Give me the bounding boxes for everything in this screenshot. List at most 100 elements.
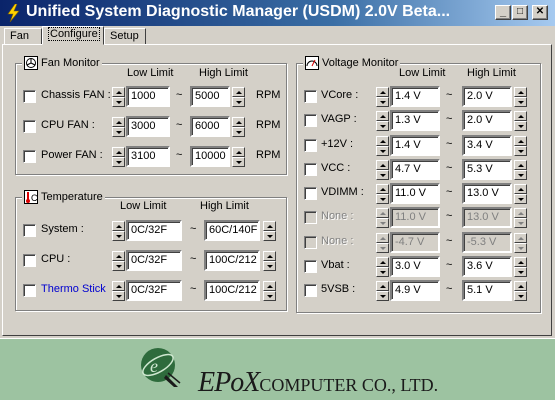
tab-configure[interactable]: Configure (42, 26, 104, 45)
voltage-monitor-title: Voltage Monitor (303, 56, 401, 70)
vagp-high-input[interactable]: 2.0 V (462, 110, 512, 132)
vcore-label: VCore : (321, 89, 359, 101)
tilde-separator: ~ (446, 161, 453, 174)
epox-globe-logo: e (141, 348, 181, 387)
fan-low-limit-header: Low Limit (127, 67, 174, 79)
vbat-label: Vbat : (321, 258, 350, 271)
brand-name: EPoX (198, 367, 260, 398)
5vsb-high-spinner[interactable] (514, 281, 527, 301)
vbat-high-input[interactable]: 3.6 V (462, 255, 512, 277)
5vsb-label: 5VSB : (321, 283, 356, 295)
tab-setup-label: Setup (110, 30, 139, 42)
vagp-low-spinner[interactable] (376, 111, 389, 132)
tab-strip: Fan Configure Setup (0, 26, 555, 45)
none-high-spinner (514, 232, 527, 253)
voltage-monitor-label: Voltage Monitor (322, 57, 399, 69)
none-label: None : (321, 210, 354, 223)
voltage-row-vcc-3: VCC : 4.7 V ~ 5.3 V (0, 158, 555, 180)
vagp-label: VAGP : (321, 113, 357, 126)
none-high-spinner (514, 208, 527, 229)
tilde-separator: ~ (446, 234, 453, 247)
voltage-row-vagp-1: VAGP : 1.3 V ~ 2.0 V (0, 110, 555, 132)
none-checkbox (304, 235, 317, 249)
fan-high-limit-header: High Limit (199, 67, 248, 79)
tab-fan[interactable]: Fan (4, 28, 42, 45)
tab-setup[interactable]: Setup (104, 28, 146, 45)
vagp-low-input[interactable]: 1.3 V (390, 110, 440, 132)
vagp-checkbox[interactable] (304, 114, 317, 128)
none-high-input: -5.3 V (462, 231, 512, 253)
5vsb-low-spinner[interactable] (376, 281, 389, 301)
12v-low-input[interactable]: 1.4 V (390, 134, 440, 156)
5vsb-high-input[interactable]: 5.1 V (462, 280, 512, 301)
vcc-label: VCC : (321, 161, 351, 174)
vbat-checkbox[interactable] (304, 259, 317, 273)
fan-monitor-title: Fan Monitor (22, 56, 102, 70)
vdimm-low-spinner[interactable] (376, 184, 389, 204)
vcore-low-spinner[interactable] (376, 87, 389, 107)
vcore-high-input[interactable]: 2.0 V (462, 86, 512, 107)
tilde-separator: ~ (446, 283, 453, 295)
vcore-high-spinner[interactable] (514, 87, 527, 107)
tilde-separator: ~ (446, 186, 453, 198)
none-low-input: -4.7 V (390, 231, 440, 253)
5vsb-low-input[interactable]: 4.9 V (390, 280, 440, 301)
window-title: Unified System Diagnostic Manager (USDM)… (26, 3, 451, 20)
tilde-separator: ~ (446, 210, 453, 223)
voltage-row-none-6: None : -4.7 V ~ -5.3 V (0, 231, 555, 253)
vcc-low-input[interactable]: 4.7 V (390, 158, 440, 180)
brand-footer: e EPoXCOMPUTER CO., LTD. (0, 338, 555, 400)
vcc-high-spinner[interactable] (514, 159, 527, 180)
vcore-checkbox[interactable] (304, 90, 317, 103)
vbat-low-spinner[interactable] (376, 256, 389, 277)
fan-icon (24, 56, 38, 70)
vcc-low-spinner[interactable] (376, 159, 389, 180)
voltage-row-5vsb-8: 5VSB : 4.9 V ~ 5.1 V (0, 280, 555, 301)
vdimm-label: VDIMM : (321, 186, 364, 198)
voltage-row-vdimm-4: VDIMM : 11.0 V ~ 13.0 V (0, 183, 555, 204)
tilde-separator: ~ (446, 137, 453, 150)
voltage-row-none-5: None : 11.0 V ~ 13.0 V (0, 207, 555, 229)
vdimm-high-input[interactable]: 13.0 V (462, 183, 512, 204)
tilde-separator: ~ (446, 113, 453, 126)
maximize-button[interactable]: □ (512, 5, 528, 20)
vdimm-low-input[interactable]: 11.0 V (390, 183, 440, 204)
vbat-high-spinner[interactable] (514, 256, 527, 277)
tilde-separator: ~ (446, 89, 453, 101)
none-label: None : (321, 234, 354, 247)
none-low-spinner (376, 232, 389, 253)
svg-text:e: e (150, 356, 158, 376)
none-high-input: 13.0 V (462, 207, 512, 229)
volt-high-limit-header: High Limit (467, 67, 516, 79)
none-low-spinner (376, 208, 389, 229)
vcc-high-input[interactable]: 5.3 V (462, 158, 512, 180)
vcc-checkbox[interactable] (304, 162, 317, 176)
12v-high-spinner[interactable] (514, 135, 527, 156)
vagp-high-spinner[interactable] (514, 111, 527, 132)
company-suffix: COMPUTER CO., LTD. (259, 375, 439, 395)
lightning-app-icon (7, 4, 20, 22)
tab-fan-label: Fan (10, 30, 29, 42)
none-checkbox (304, 211, 317, 225)
tilde-separator: ~ (446, 258, 453, 271)
vcore-low-input[interactable]: 1.4 V (390, 86, 440, 107)
title-bar[interactable]: Unified System Diagnostic Manager (USDM)… (0, 0, 555, 26)
volt-low-limit-header: Low Limit (399, 67, 446, 79)
vbat-low-input[interactable]: 3.0 V (390, 255, 440, 277)
fan-monitor-label: Fan Monitor (41, 57, 100, 69)
12v-high-input[interactable]: 3.4 V (462, 134, 512, 156)
voltage-row-vbat-7: Vbat : 3.0 V ~ 3.6 V (0, 255, 555, 277)
vdimm-checkbox[interactable] (304, 187, 317, 200)
12v-label: +12V : (321, 137, 354, 150)
company-name: EPoXCOMPUTER CO., LTD. (198, 367, 438, 399)
none-low-input: 11.0 V (390, 207, 440, 229)
5vsb-checkbox[interactable] (304, 284, 317, 297)
12v-checkbox[interactable] (304, 138, 317, 152)
12v-low-spinner[interactable] (376, 135, 389, 156)
tab-configure-label: Configure (48, 27, 100, 41)
voltmeter-icon (305, 56, 319, 70)
close-button[interactable]: ✕ (532, 5, 548, 20)
minimize-button[interactable]: _ (495, 5, 511, 20)
vdimm-high-spinner[interactable] (514, 184, 527, 204)
voltage-row-12v-2: +12V : 1.4 V ~ 3.4 V (0, 134, 555, 156)
